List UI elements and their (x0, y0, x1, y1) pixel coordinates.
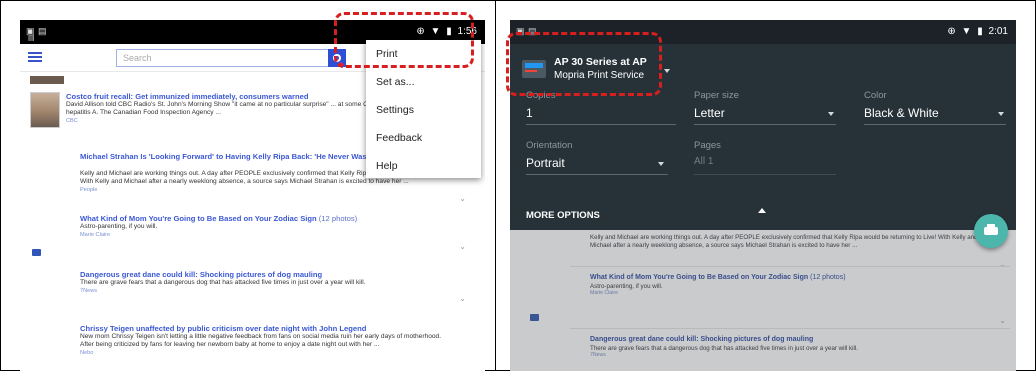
video-icon (530, 314, 539, 321)
print-fab-button[interactable] (974, 214, 1008, 248)
chevron-down-icon[interactable]: ⌄ (459, 194, 466, 203)
search-input[interactable]: Search (116, 49, 330, 67)
chevron-down-icon[interactable]: ⌄ (459, 242, 466, 251)
left-screen: ▣ ▤ ▤ ⊕ ▼ ▮ 1:56 Search Costco fruit rec… (20, 20, 485, 371)
article-source: 7News (590, 352, 606, 358)
video-icon (32, 249, 41, 256)
article-headline: What Kind of Mom You're Going to Be Base… (590, 274, 1000, 283)
photo-count: (12 photos) (810, 274, 846, 281)
paper-size-select[interactable]: Letter (694, 106, 725, 120)
divider (570, 266, 1010, 267)
pages-underline (694, 174, 836, 175)
chevron-up-icon[interactable] (758, 208, 766, 213)
paper-size-dropdown-icon[interactable] (828, 112, 834, 116)
copies-input[interactable]: 1 (526, 106, 533, 120)
color-select[interactable]: Black & White (864, 106, 939, 120)
menu-item-help[interactable]: Help (376, 160, 398, 172)
printer-dropdown-icon[interactable] (664, 69, 670, 73)
chevron-down-icon: ⌄ (999, 260, 1006, 269)
printer-selection-highlight (506, 32, 662, 96)
list-item[interactable]: What Kind of Mom You're Going to Be Base… (30, 214, 470, 251)
notification-icon-3: ▤ (28, 35, 35, 42)
chevron-down-icon[interactable]: ⌄ (459, 294, 466, 303)
orientation-label: Orientation (526, 140, 573, 151)
article-source: Nebo (80, 350, 94, 356)
article-snippet: There are grave fears that a dangerous d… (590, 344, 858, 352)
paper-size-label: Paper size (694, 90, 739, 101)
article-source: People (80, 187, 98, 193)
article-source: Marie Claire (80, 232, 111, 238)
article-snippet: Kelly and Michael are working things out… (590, 234, 978, 249)
list-item: Dangerous great dane could kill: Shockin… (590, 336, 1000, 359)
notification-icon-2: ▤ (38, 26, 47, 36)
article-headline[interactable]: What Kind of Mom You're Going to Be Base… (80, 214, 450, 223)
list-item: Kelly and Michael are working things out… (590, 234, 1000, 249)
color-label: Color (864, 90, 887, 101)
divider (570, 328, 1010, 329)
article-snippet: New mom Chrissy Teigen isn't letting a l… (80, 333, 442, 348)
pages-label: Pages (694, 140, 721, 151)
wifi-icon: ▼ (961, 26, 972, 37)
article-headline[interactable]: Chrissy Teigen unaffected by public crit… (80, 324, 450, 333)
copies-underline (526, 124, 676, 125)
article-headline-text[interactable]: What Kind of Mom You're Going to Be Base… (80, 214, 317, 223)
hamburger-menu-icon[interactable] (28, 52, 42, 63)
print-menu-highlight (334, 12, 474, 68)
color-dropdown-icon[interactable] (998, 112, 1004, 116)
dimmed-news-feed: Kelly and Michael are working things out… (510, 230, 1016, 371)
article-source: Marie Claire (590, 290, 618, 296)
orientation-dropdown-icon[interactable] (658, 162, 664, 166)
panel-divider (495, 0, 496, 371)
paper-size-underline (694, 124, 836, 125)
menu-item-feedback[interactable]: Feedback (376, 132, 422, 144)
chevron-down-icon: ⌄ (999, 316, 1006, 325)
article-snippet: Astro-parenting, if you will. (80, 223, 158, 230)
article-photo (30, 92, 60, 128)
list-item[interactable]: Dangerous great dane could kill: Shockin… (30, 270, 470, 306)
list-item: What Kind of Mom You're Going to Be Base… (590, 274, 1000, 297)
status-time: 2:01 (988, 26, 1008, 37)
article-source: 7News (80, 288, 98, 294)
battery-icon: ▮ (977, 26, 983, 37)
article-headline: Dangerous great dane could kill: Shockin… (590, 336, 814, 343)
more-options-button[interactable]: MORE OPTIONS (526, 210, 600, 221)
pages-select: All 1 (694, 156, 714, 167)
status-icons: ⊕ ▼ ▮ 2:01 (944, 26, 1008, 37)
photo-count: (12 photos) (318, 214, 358, 223)
article-snippet: Astro-parenting, if you will. (590, 282, 663, 290)
orientation-underline (526, 174, 668, 175)
article-headline-text: What Kind of Mom You're Going to Be Base… (590, 274, 809, 281)
orientation-select[interactable]: Portrait (526, 156, 565, 170)
color-underline (864, 124, 1006, 125)
menu-item-settings[interactable]: Settings (376, 104, 414, 116)
sync-icon: ⊕ (947, 26, 956, 37)
article-headline[interactable]: Dangerous great dane could kill: Shockin… (80, 270, 450, 279)
partial-thumbnail (30, 76, 64, 84)
list-item[interactable]: Chrissy Teigen unaffected by public crit… (30, 324, 470, 368)
menu-item-set-as[interactable]: Set as... (376, 76, 415, 88)
article-snippet: There are grave fears that a dangerous d… (80, 279, 366, 286)
